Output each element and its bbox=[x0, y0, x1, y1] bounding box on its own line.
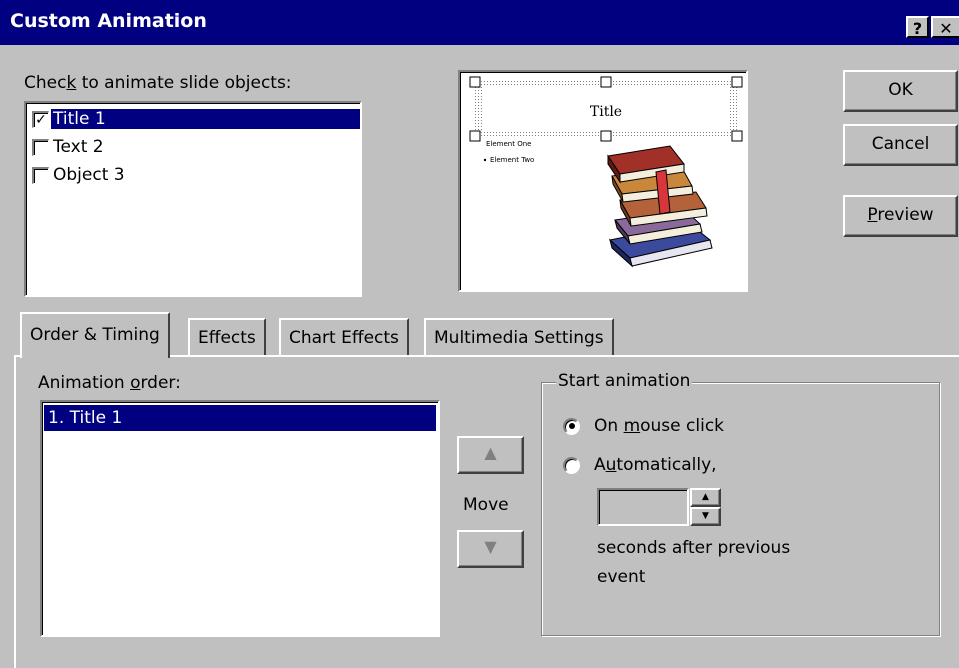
checkbox[interactable] bbox=[32, 138, 49, 156]
radio-label: On mouse click bbox=[594, 416, 725, 436]
object-label: Object 3 bbox=[53, 165, 125, 185]
title-bar: Custom Animation ? ✕ bbox=[0, 0, 959, 45]
object-item-object-3[interactable]: Object 3 bbox=[26, 161, 360, 189]
help-button[interactable]: ? bbox=[906, 16, 929, 38]
object-label: Text 2 bbox=[53, 137, 104, 157]
spin-up-icon[interactable]: ▲ bbox=[690, 488, 721, 507]
seconds-after-label-line2: event bbox=[597, 567, 646, 587]
ok-button[interactable]: OK bbox=[843, 70, 958, 112]
radio-label: Automatically, bbox=[594, 455, 717, 475]
tab-multimedia-settings[interactable]: Multimedia Settings bbox=[424, 318, 614, 356]
tab-chart-effects[interactable]: Chart Effects bbox=[279, 318, 409, 356]
radio-on-mouse-click[interactable]: On mouse click bbox=[563, 416, 724, 436]
check-icon: ✓ bbox=[35, 111, 47, 128]
animate-objects-label: Check to animate slide objects: bbox=[24, 73, 292, 93]
radio-button[interactable] bbox=[563, 456, 580, 474]
list-item[interactable]: 1. Title 1 bbox=[44, 405, 436, 431]
books-icon bbox=[607, 145, 713, 268]
move-up-button[interactable]: ▲ bbox=[457, 436, 524, 474]
tab-order-timing[interactable]: Order & Timing bbox=[20, 312, 170, 358]
slide-thumbnail: Title Element One Element Two bbox=[469, 76, 743, 268]
arrow-down-icon: ▼ bbox=[484, 537, 497, 556]
object-item-text-2[interactable]: Text 2 bbox=[26, 133, 360, 161]
move-label: Move bbox=[463, 495, 509, 515]
window-title: Custom Animation bbox=[10, 10, 207, 32]
arrow-up-icon: ▲ bbox=[484, 443, 497, 462]
seconds-spinner[interactable]: ▲ ▼ bbox=[690, 488, 721, 526]
tab-effects[interactable]: Effects bbox=[188, 318, 266, 356]
object-item-title-1[interactable]: ✓ Title 1 bbox=[26, 105, 360, 133]
animation-order-list[interactable]: 1. Title 1 bbox=[40, 400, 440, 637]
spin-down-icon[interactable]: ▼ bbox=[690, 507, 721, 526]
slide-preview: Title Element One Element Two bbox=[458, 70, 748, 292]
checkbox[interactable]: ✓ bbox=[32, 110, 49, 128]
seconds-input[interactable] bbox=[597, 488, 689, 526]
slide-title: Title bbox=[590, 104, 622, 120]
cancel-button[interactable]: Cancel bbox=[843, 124, 958, 166]
close-button[interactable]: ✕ bbox=[931, 16, 959, 38]
seconds-after-label-line1: seconds after previous bbox=[597, 538, 791, 558]
preview-button[interactable]: Preview bbox=[843, 195, 958, 237]
animation-order-label: Animation order: bbox=[38, 373, 181, 393]
slide-bullet-2: Element Two bbox=[490, 156, 534, 164]
animate-objects-list[interactable]: ✓ Title 1 Text 2 Object 3 bbox=[24, 101, 362, 297]
slide-bullet-1: Element One bbox=[486, 140, 531, 148]
start-animation-label: Start animation bbox=[556, 371, 693, 391]
radio-button[interactable] bbox=[563, 417, 580, 435]
object-label: Title 1 bbox=[51, 109, 360, 129]
radio-automatically[interactable]: Automatically, bbox=[563, 455, 717, 475]
move-down-button[interactable]: ▼ bbox=[457, 530, 524, 568]
checkbox[interactable] bbox=[32, 166, 49, 184]
